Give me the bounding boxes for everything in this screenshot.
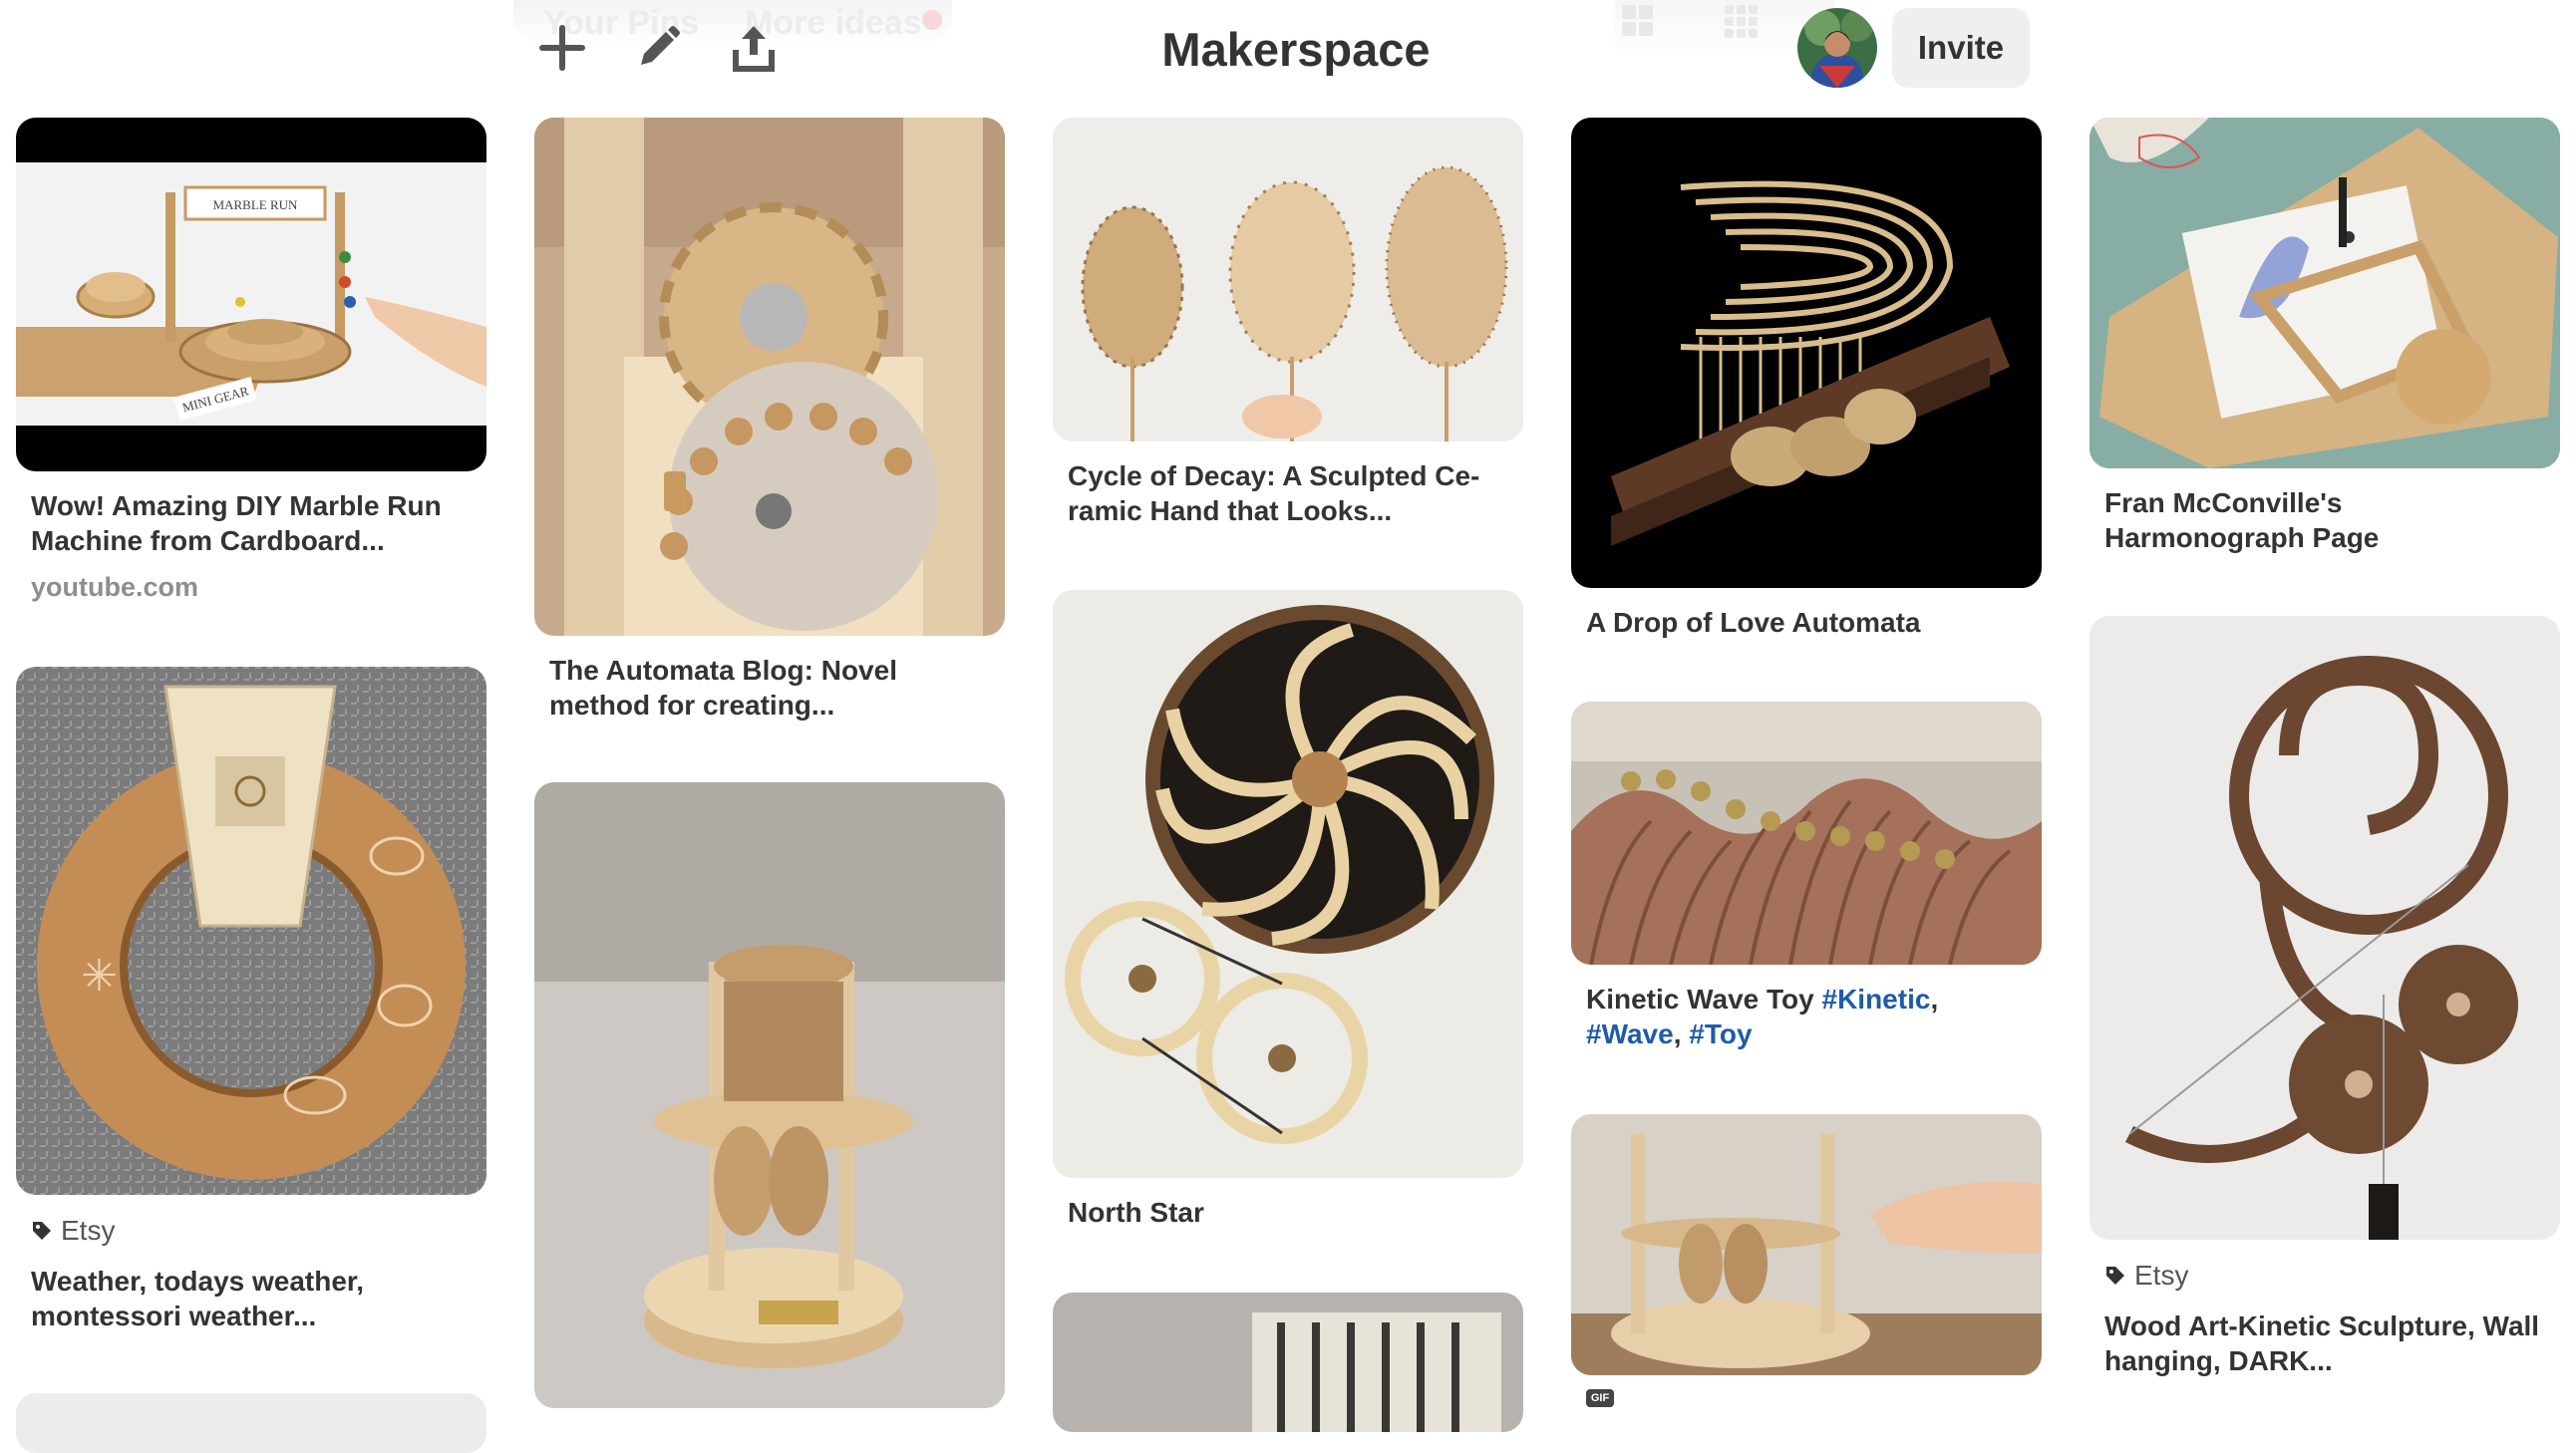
pin-title: Wood Art-Kinetic Sculpture, Wall hanging… (2104, 1310, 2540, 1376)
pin-image (1571, 702, 2042, 965)
pin-partial-pegs[interactable] (1053, 1293, 1523, 1432)
pin-automata-gif[interactable]: GIF (1571, 1114, 2042, 1407)
pin-image (1053, 118, 1523, 441)
pin-image: MARBLE RUN MINI GEAR (16, 118, 486, 471)
pin-title: Cycle of Decay: A Sculpted Ce-ramic Hand… (1068, 460, 1480, 526)
add-pin-button[interactable] (534, 20, 590, 76)
pin-source[interactable]: Etsy (2104, 1260, 2545, 1292)
pin-source-label: Etsy (61, 1215, 116, 1246)
pin-image (1053, 1293, 1523, 1432)
pin-marble-run[interactable]: MARBLE RUN MINI GEAR Wow! Amazing DIY Ma… (16, 118, 486, 603)
pin-kinetic-sculpture[interactable]: Etsy Wood Art-Kinetic Sculpture, Wall ha… (2090, 616, 2560, 1378)
gif-badge: GIF (1586, 1389, 1614, 1407)
svg-text:✳: ✳ (81, 951, 118, 1002)
marble-run-sign: MARBLE RUN (213, 197, 298, 212)
edit-board-button[interactable] (630, 20, 686, 76)
pin-weather-board[interactable]: ✳ Etsy Weather, todays weather, montesso… (16, 667, 486, 1333)
pin-north-star[interactable]: North Star (1053, 590, 1523, 1230)
pin-image: ✳ (16, 667, 486, 1195)
notification-dot (922, 10, 942, 30)
pin-image (16, 1393, 486, 1453)
tag-icon (33, 1222, 51, 1240)
pin-image (2090, 616, 2560, 1240)
pin-drop-of-love[interactable]: A Drop of Love Automata (1571, 118, 2042, 640)
pin-image (2090, 118, 2560, 468)
pin-image (534, 118, 1005, 636)
share-board-button[interactable] (726, 20, 782, 76)
pin-partial[interactable] (16, 1393, 486, 1453)
plus-icon (539, 25, 585, 71)
pencil-icon (641, 26, 680, 65)
tag-icon (2106, 1267, 2124, 1285)
board-header: Your Pins More ideas Makerspace Invite (0, 0, 2576, 100)
pin-automata-blog[interactable]: The Automata Blog: Novel method for crea… (534, 118, 1005, 723)
hashtag-link[interactable]: #Toy (1689, 1018, 1752, 1049)
pin-domain[interactable]: youtube.com (31, 572, 472, 603)
pin-image (1571, 118, 2042, 588)
pin-source[interactable]: Etsy (31, 1215, 472, 1247)
pin-source-label: Etsy (2134, 1260, 2189, 1291)
pin-image (1053, 590, 1523, 1178)
pin-cycle-of-decay[interactable]: Cycle of Decay: A Sculpted Ce-ramic Hand… (1053, 118, 1523, 528)
pin-title: North Star (1068, 1197, 1204, 1228)
pin-title: The Automata Blog: Novel method for crea… (549, 655, 897, 721)
share-icon (733, 26, 775, 72)
pin-title: Kinetic Wave Toy #Kinetic, #Wave, #Toy (1586, 984, 1939, 1049)
pin-image (1571, 1114, 2042, 1375)
pin-kinetic-wave[interactable]: Kinetic Wave Toy #Kinetic, #Wave, #Toy (1571, 702, 2042, 1051)
pin-harmonograph[interactable]: Fran McConville's Harmonograph Page (2090, 118, 2560, 555)
avatar[interactable] (1797, 8, 1877, 88)
compact-view-icon[interactable] (1725, 5, 1758, 38)
pin-title: Fran McConville's Harmonograph Page (2104, 487, 2380, 553)
hashtag-link[interactable]: #Wave (1586, 1018, 1674, 1049)
pin-title: A Drop of Love Automata (1586, 607, 1921, 638)
pin-title: Wow! Amazing DIY Marble Run Machine from… (31, 490, 442, 556)
grid-view-icon[interactable] (1622, 5, 1653, 36)
invite-button[interactable]: Invite (1892, 8, 2030, 88)
page-title: Makerspace (1161, 23, 1431, 76)
pin-title: Weather, todays weather, montessori weat… (31, 1266, 365, 1331)
hashtag-link[interactable]: #Kinetic (1822, 984, 1931, 1015)
pin-image (534, 782, 1005, 1408)
pin-automata-sculpture[interactable] (534, 782, 1005, 1408)
